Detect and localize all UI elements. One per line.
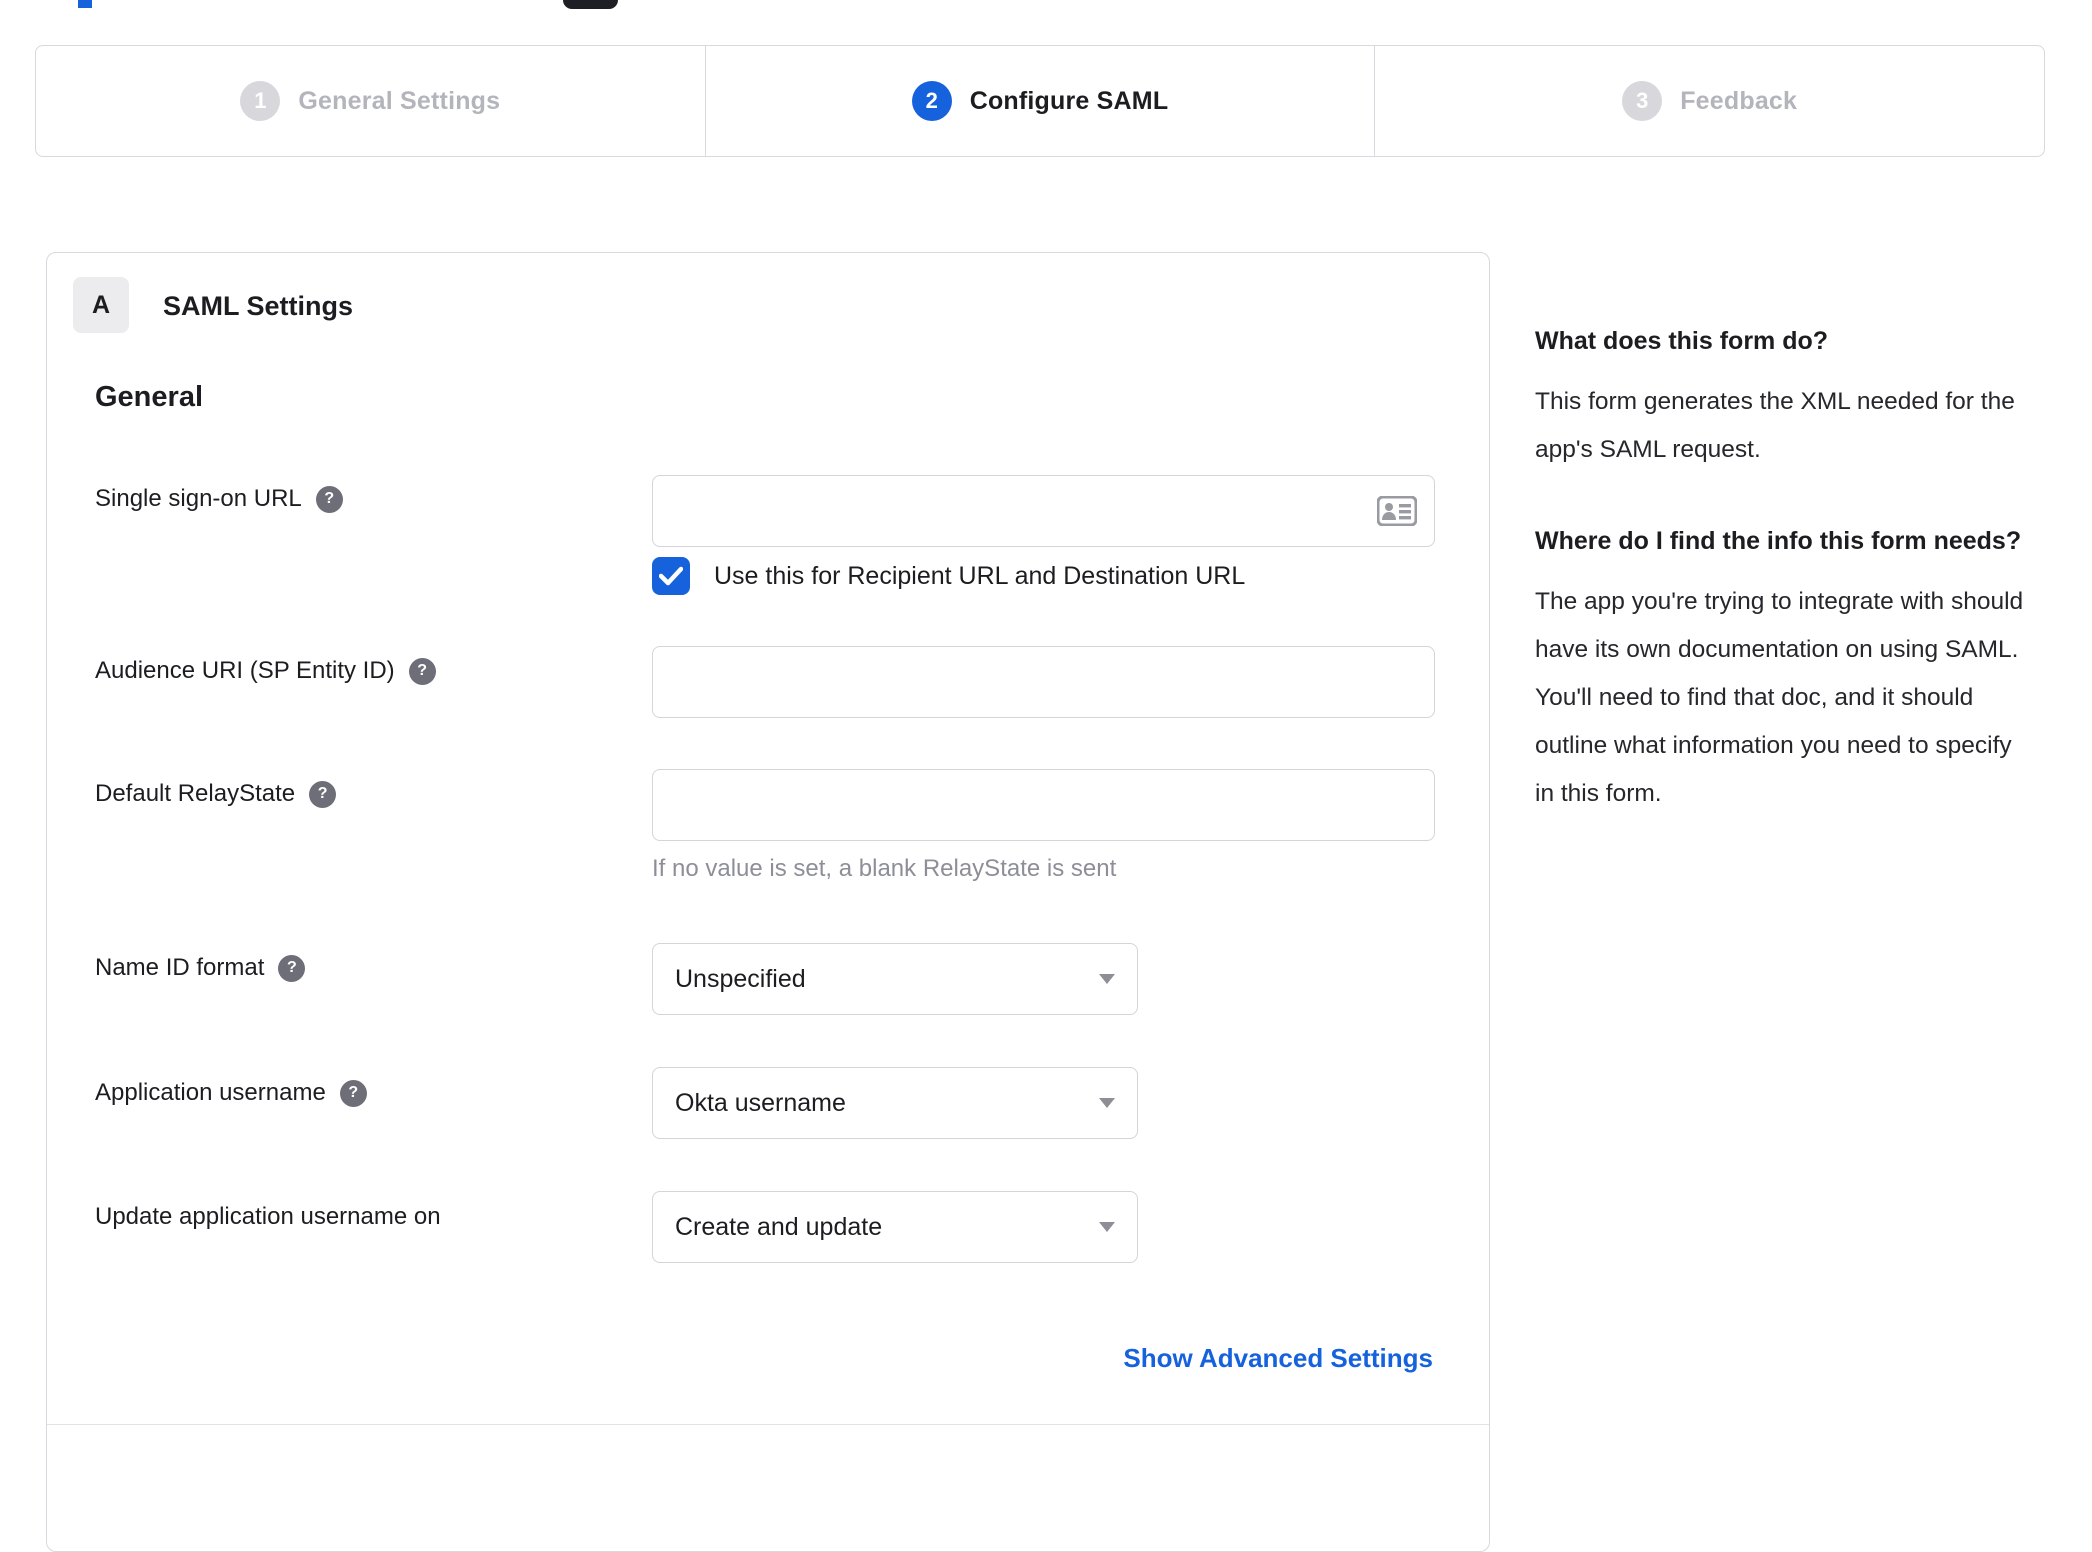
relay-state-label-text: Default RelayState (95, 780, 296, 807)
recipient-url-checkbox-label: Use this for Recipient URL and Destinati… (714, 561, 1246, 590)
chevron-down-icon (1099, 1098, 1115, 1108)
step-2-number: 2 (911, 81, 952, 121)
sidebar-body-2: The app you're trying to integrate with … (1535, 588, 2024, 807)
step-2-label: Configure SAML (969, 86, 1169, 115)
recipient-url-checkbox[interactable] (652, 557, 690, 595)
sso-url-input[interactable] (652, 475, 1435, 547)
wizard-stepper: 1 General Settings 2 Configure SAML 3 Fe… (35, 45, 2045, 157)
contact-card-icon[interactable] (1377, 496, 1417, 526)
section-a-badge: A (73, 277, 129, 333)
audience-uri-label: Audience URI (SP Entity ID) ? (95, 657, 436, 685)
cutoff-blue-element (78, 0, 92, 8)
step-1-label: General Settings (298, 86, 501, 115)
relay-state-label: Default RelayState ? (95, 780, 337, 808)
help-icon[interactable]: ? (408, 657, 436, 685)
update-app-username-label-text: Update application username on (95, 1203, 441, 1230)
sidebar-heading-2: Where do I find the info this form needs… (1535, 527, 2022, 555)
step-3-number: 3 (1622, 81, 1663, 121)
update-app-username-select[interactable]: Create and update (652, 1191, 1138, 1263)
group-title-general: General (95, 381, 203, 413)
help-icon[interactable]: ? (309, 780, 337, 808)
sso-url-label: Single sign-on URL ? (95, 485, 343, 513)
sidebar-body-1: This form generates the XML needed for t… (1535, 388, 2015, 463)
section-title: SAML Settings (163, 291, 354, 321)
help-sidebar: What does this form do? This form genera… (1535, 318, 2035, 862)
step-feedback[interactable]: 3 Feedback (1374, 46, 2044, 156)
audience-uri-input[interactable] (652, 646, 1435, 718)
sso-url-label-text: Single sign-on URL (95, 485, 302, 512)
saml-settings-card: A SAML Settings General Single sign-on U… (46, 252, 1490, 1552)
help-icon[interactable]: ? (278, 954, 306, 982)
app-username-label-text: Application username (95, 1079, 326, 1106)
update-app-username-value: Create and update (675, 1212, 883, 1241)
recipient-url-checkbox-row: Use this for Recipient URL and Destinati… (652, 557, 1245, 595)
section-divider (47, 1424, 1489, 1425)
name-id-format-value: Unspecified (675, 964, 806, 993)
name-id-format-label-text: Name ID format (95, 954, 265, 981)
name-id-format-label: Name ID format ? (95, 954, 306, 982)
checkmark-icon (659, 566, 683, 586)
help-icon[interactable]: ? (339, 1079, 367, 1107)
update-app-username-label: Update application username on (95, 1203, 441, 1231)
step-configure-saml[interactable]: 2 Configure SAML (704, 46, 1375, 156)
show-advanced-settings-link[interactable]: Show Advanced Settings (1123, 1343, 1433, 1374)
app-username-select[interactable]: Okta username (652, 1067, 1138, 1139)
relay-state-input[interactable] (652, 769, 1435, 841)
audience-uri-label-text: Audience URI (SP Entity ID) (95, 657, 395, 684)
app-username-label: Application username ? (95, 1079, 367, 1107)
cutoff-dark-button (563, 0, 618, 9)
step-3-label: Feedback (1680, 86, 1798, 115)
sidebar-heading-1: What does this form do? (1535, 327, 1829, 355)
help-icon[interactable]: ? (315, 485, 343, 513)
step-general-settings[interactable]: 1 General Settings (36, 46, 705, 156)
relay-state-hint: If no value is set, a blank RelayState i… (652, 855, 1117, 882)
chevron-down-icon (1099, 974, 1115, 984)
step-1-number: 1 (240, 81, 281, 121)
name-id-format-select[interactable]: Unspecified (652, 943, 1138, 1015)
app-username-value: Okta username (675, 1088, 846, 1117)
chevron-down-icon (1099, 1222, 1115, 1232)
